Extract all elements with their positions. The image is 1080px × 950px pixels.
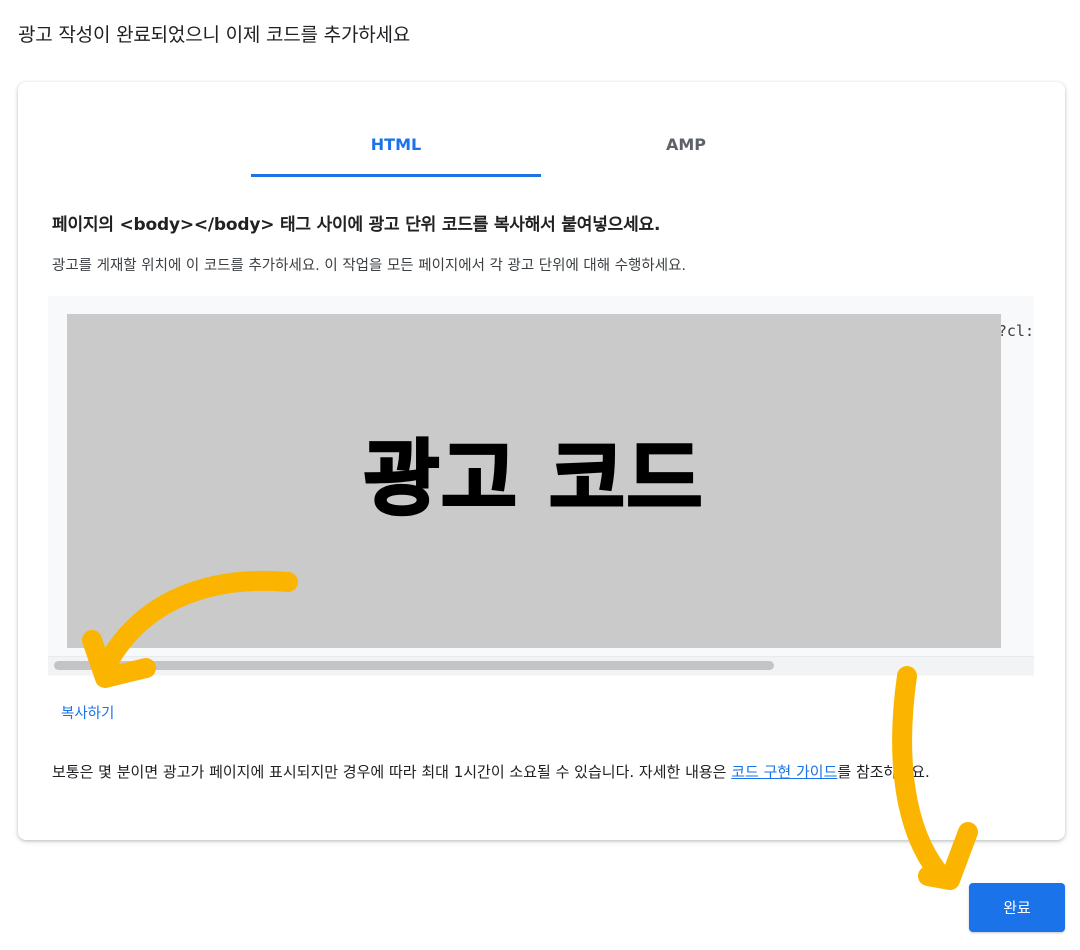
copy-button[interactable]: 복사하기 (61, 702, 114, 723)
page: 광고 작성이 완료되었으니 이제 코드를 추가하세요 HTML AMP 페이지의… (0, 0, 1080, 950)
horizontal-scrollbar[interactable] (48, 656, 1034, 675)
tab-bar: HTML AMP (251, 122, 831, 177)
tab-html[interactable]: HTML (251, 122, 541, 177)
footer-note: 보통은 몇 분이면 광고가 페이지에 표시되지만 경우에 따라 최대 1시간이 … (52, 758, 1042, 786)
scrollbar-thumb[interactable] (54, 661, 774, 670)
code-block[interactable]: ?cl: 광고 코드 (48, 296, 1034, 676)
code-redaction-overlay: 광고 코드 (67, 314, 1001, 648)
overlay-label: 광고 코드 (362, 430, 705, 528)
tab-amp[interactable]: AMP (541, 122, 831, 177)
done-button[interactable]: 완료 (969, 883, 1065, 932)
code-card: HTML AMP 페이지의 <body></body> 태그 사이에 광고 단위… (18, 82, 1065, 840)
instructions-subtext: 광고를 게재할 위치에 이 코드를 추가하세요. 이 작업을 모든 페이지에서 … (52, 258, 687, 274)
implementation-guide-link[interactable]: 코드 구현 가이드 (731, 763, 837, 781)
footer-text-after: 를 참조하세요. (837, 763, 930, 781)
code-snippet-text: ?cl: (997, 322, 1034, 340)
instructions-heading: 페이지의 <body></body> 태그 사이에 광고 단위 코드를 복사해서… (52, 215, 661, 235)
page-title: 광고 작성이 완료되었으니 이제 코드를 추가하세요 (18, 24, 411, 46)
active-tab-indicator (251, 174, 541, 177)
footer-text-before: 보통은 몇 분이면 광고가 페이지에 표시되지만 경우에 따라 최대 1시간이 … (52, 763, 732, 781)
